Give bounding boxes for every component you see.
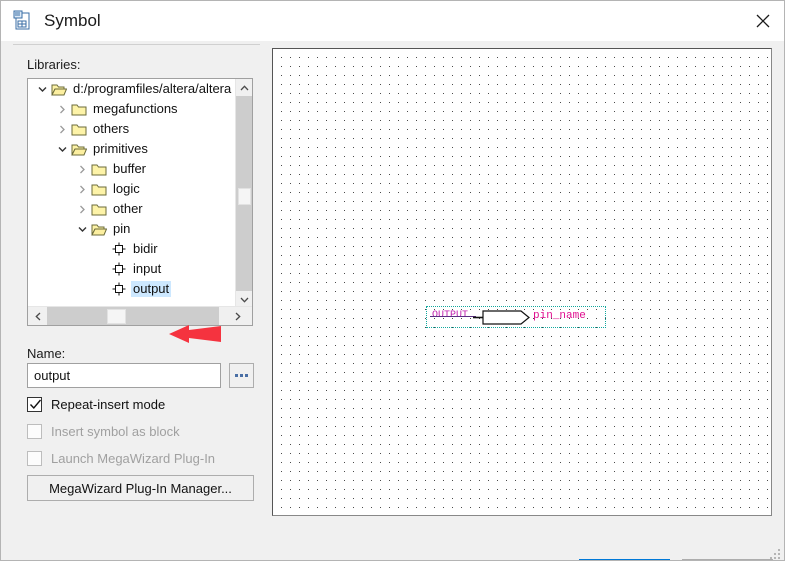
scroll-left-icon[interactable] [28, 307, 47, 325]
symbol-pin-lead-line [430, 316, 476, 317]
tree-item-label: logic [113, 181, 140, 196]
tree-item-label: buffer [113, 161, 147, 176]
tree-item-label: input [133, 261, 162, 276]
symbol-document-icon [12, 10, 34, 32]
chevron-right-icon[interactable] [74, 181, 90, 197]
chevron-down-icon[interactable] [54, 141, 70, 157]
tree-item-primitives[interactable]: primitives [28, 139, 252, 159]
tree-item-pin[interactable]: pin [28, 219, 252, 239]
tree-item-others[interactable]: others [28, 119, 252, 139]
checkbox-label: Launch MegaWizard Plug-In [51, 450, 216, 466]
chevron-down-icon[interactable] [74, 221, 90, 237]
browse-button[interactable] [229, 363, 254, 388]
checkbox-launch-megawizard-plugin: Launch MegaWizard Plug-In [27, 449, 215, 467]
tree-item-label: output [131, 281, 172, 297]
name-input[interactable] [27, 363, 221, 388]
output-pin-symbol[interactable]: OUTPUT pin_name [426, 306, 606, 328]
chevron-right-icon[interactable] [54, 121, 70, 137]
symbol-preview-canvas[interactable]: OUTPUT pin_name [272, 48, 772, 516]
chevron-down-icon[interactable] [34, 81, 50, 97]
checkbox-repeat-insert-mode[interactable]: Repeat-insert mode [27, 395, 165, 413]
checkbox-box [27, 450, 42, 466]
folder-icon [90, 181, 108, 197]
chevron-right-icon[interactable] [54, 101, 70, 117]
divider [13, 44, 260, 45]
libraries-tree[interactable]: d:/programfiles/altera/altera megafunctio… [27, 78, 253, 326]
checkbox-insert-symbol-as-block: Insert symbol as block [27, 422, 180, 440]
tree-item-label: others [93, 121, 130, 136]
pin-symbol-icon [110, 241, 128, 257]
scroll-right-icon[interactable] [228, 307, 247, 325]
libraries-label: Libraries: [27, 57, 81, 72]
tree-item-d-programfiles-altera-altera[interactable]: d:/programfiles/altera/altera [28, 79, 252, 99]
checkbox-box[interactable] [27, 396, 42, 412]
pin-symbol-icon [110, 261, 128, 277]
tree-item-logic[interactable]: logic [28, 179, 252, 199]
tree-item-input[interactable]: input [28, 259, 252, 279]
tree-item-buffer[interactable]: buffer [28, 159, 252, 179]
scroll-up-icon[interactable] [236, 79, 252, 96]
folder-open-icon [50, 81, 68, 97]
megawizard-plugin-manager-button[interactable]: MegaWizard Plug-In Manager... [27, 475, 254, 501]
tree-vscroll-thumb[interactable] [238, 188, 251, 205]
ellipsis-dot [235, 374, 238, 377]
title-bar: Symbol [1, 1, 784, 41]
symbol-dialog: Symbol Libraries: d:/programfiles/altera… [0, 0, 785, 561]
folder-icon [70, 121, 88, 137]
checkbox-box [27, 423, 42, 439]
folder-icon [70, 101, 88, 117]
tree-item-label: pin [113, 221, 131, 236]
symbol-pin-name-label: pin_name [533, 310, 586, 322]
tree-item-label: megafunctions [93, 101, 178, 116]
ellipsis-dot [245, 374, 248, 377]
resize-grip[interactable] [770, 547, 782, 559]
tree-vscroll-track[interactable] [236, 96, 252, 291]
folder-icon [90, 161, 108, 177]
chevron-right-icon[interactable] [74, 161, 90, 177]
pin-symbol-icon [110, 281, 128, 297]
pin-shape-icon [473, 309, 531, 331]
checkbox-label: Insert symbol as block [51, 423, 180, 439]
folder-open-icon [90, 221, 108, 237]
chevron-right-icon[interactable] [74, 201, 90, 217]
tree-items-container: d:/programfiles/altera/altera megafunctio… [28, 79, 252, 299]
tree-vertical-scrollbar[interactable] [235, 79, 252, 308]
close-button[interactable] [740, 1, 784, 41]
window-title: Symbol [44, 11, 101, 30]
name-label: Name: [27, 346, 66, 361]
folder-open-icon [70, 141, 88, 157]
tree-item-output[interactable]: output [28, 279, 252, 299]
checkbox-label: Repeat-insert mode [51, 396, 166, 412]
tree-item-bidir[interactable]: bidir [28, 239, 252, 259]
tree-item-label: d:/programfiles/altera/altera [73, 81, 232, 96]
tree-item-other[interactable]: other [28, 199, 252, 219]
tree-item-megafunctions[interactable]: megafunctions [28, 99, 252, 119]
dialog-body: Libraries: d:/programfiles/altera/altera… [1, 41, 784, 560]
tree-item-label: bidir [133, 241, 158, 256]
tree-hscroll-thumb[interactable] [107, 309, 126, 324]
tree-item-label: primitives [93, 141, 148, 156]
arrow-pointing-to-output-item-icon [167, 323, 223, 350]
ellipsis-dot [240, 374, 243, 377]
tree-item-label: other [113, 201, 143, 216]
folder-icon [90, 201, 108, 217]
